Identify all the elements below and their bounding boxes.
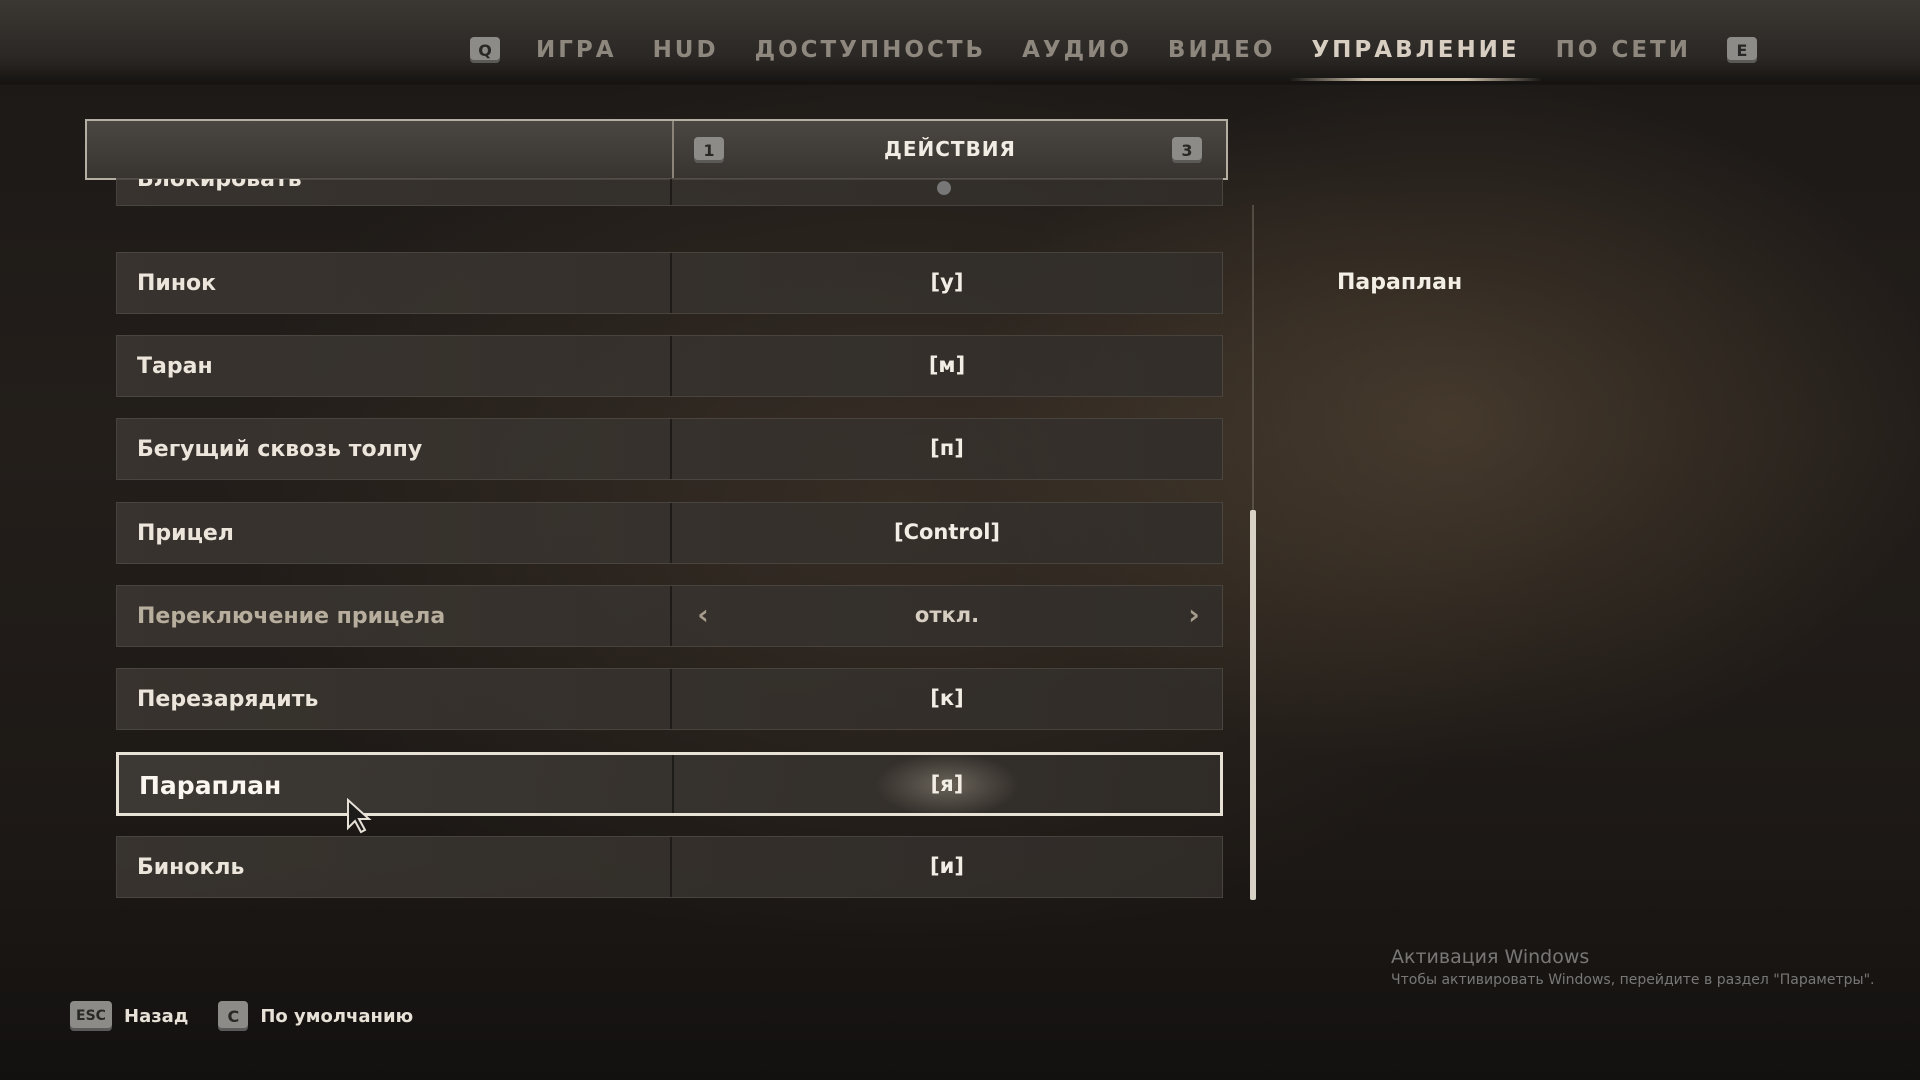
esc-key-icon[interactable]: ESC (70, 1001, 112, 1031)
setting-value: откл. (914, 603, 980, 627)
keybind-value[interactable]: [я] (674, 755, 1220, 815)
activation-subtitle: Чтобы активировать Windows, перейдите в … (1391, 972, 1875, 988)
keybind-row-ram[interactable]: Таран [м] (116, 335, 1223, 397)
keybind-value[interactable]: [у] (672, 253, 1222, 313)
tab-audio[interactable]: АУДИО (1022, 27, 1132, 73)
keybind-label: Параплан (139, 771, 282, 800)
setting-row-aim-toggle[interactable]: Переключение прицела ‹ откл. › (116, 585, 1223, 647)
section-header: 1 ДЕЙСТВИЯ 3 (85, 119, 1228, 180)
keybind-label: Бегущий сквозь толпу (137, 437, 423, 462)
keybind-row-block[interactable]: Блокировать (116, 178, 1223, 206)
settings-tabs: Q ИГРА HUD ДОСТУПНОСТЬ АУДИО ВИДЕО УПРАВ… (452, 27, 1775, 81)
tab-online[interactable]: ПО СЕТИ (1556, 27, 1691, 73)
top-navigation-bar: Q ИГРА HUD ДОСТУПНОСТЬ АУДИО ВИДЕО УПРАВ… (0, 0, 1920, 85)
windows-activation-watermark: Активация Windows Чтобы активировать Win… (1391, 946, 1874, 988)
keybind-row-crowd-runner[interactable]: Бегущий сквозь толпу [п] (116, 418, 1223, 480)
keybind-value[interactable]: [и] (672, 837, 1222, 897)
back-button[interactable]: Назад (124, 1006, 188, 1027)
keybind-value[interactable]: [п] (672, 419, 1222, 479)
row-divider (670, 179, 672, 205)
footer-controls: ESC Назад C По умолчанию (70, 998, 443, 1034)
keybind-label: Таран (137, 354, 213, 379)
tab-video[interactable]: ВИДЕО (1168, 27, 1276, 73)
tab-controls[interactable]: УПРАВЛЕНИЕ (1289, 27, 1542, 81)
setting-label: Переключение прицела (137, 604, 446, 629)
keybind-label: Прицел (137, 521, 234, 546)
chevron-right-icon[interactable]: › (1183, 601, 1205, 629)
keybind-row-binoculars[interactable]: Бинокль [и] (116, 836, 1223, 898)
keybind-row-paraglider[interactable]: Параплан [я] (116, 752, 1223, 816)
c-key-icon[interactable]: C (218, 1001, 249, 1031)
keybind-value[interactable]: [м] (672, 336, 1222, 396)
activation-title: Активация Windows (1391, 946, 1590, 968)
keybind-row-kick[interactable]: Пинок [у] (116, 252, 1223, 314)
next-section-key-icon[interactable]: 3 (1172, 137, 1202, 163)
keybind-indicator-icon (937, 181, 951, 195)
keybind-row-reload[interactable]: Перезарядить [к] (116, 668, 1223, 730)
info-panel-title: Параплан (1337, 270, 1463, 295)
mouse-cursor-icon (347, 798, 372, 834)
keybind-label: Пинок (137, 271, 217, 296)
tab-game[interactable]: ИГРА (536, 27, 617, 73)
keybind-label: Бинокль (137, 855, 245, 880)
keybind-row-aim[interactable]: Прицел [Control] (116, 502, 1223, 564)
tab-accessibility[interactable]: ДОСТУПНОСТЬ (755, 27, 987, 73)
reset-defaults-button[interactable]: По умолчанию (260, 1006, 413, 1027)
keybind-value[interactable]: [Control] (672, 503, 1222, 563)
tab-hud[interactable]: HUD (653, 27, 719, 73)
keybind-label: Блокировать (137, 178, 302, 192)
keybind-value[interactable]: [к] (672, 669, 1222, 729)
section-header-left-panel (87, 121, 674, 178)
section-title: ДЕЙСТВИЯ (884, 137, 1016, 161)
prev-tab-key-icon[interactable]: Q (470, 37, 500, 63)
scrollbar-thumb[interactable] (1250, 510, 1256, 900)
keybind-label: Перезарядить (137, 687, 319, 712)
next-tab-key-icon[interactable]: E (1727, 37, 1757, 63)
